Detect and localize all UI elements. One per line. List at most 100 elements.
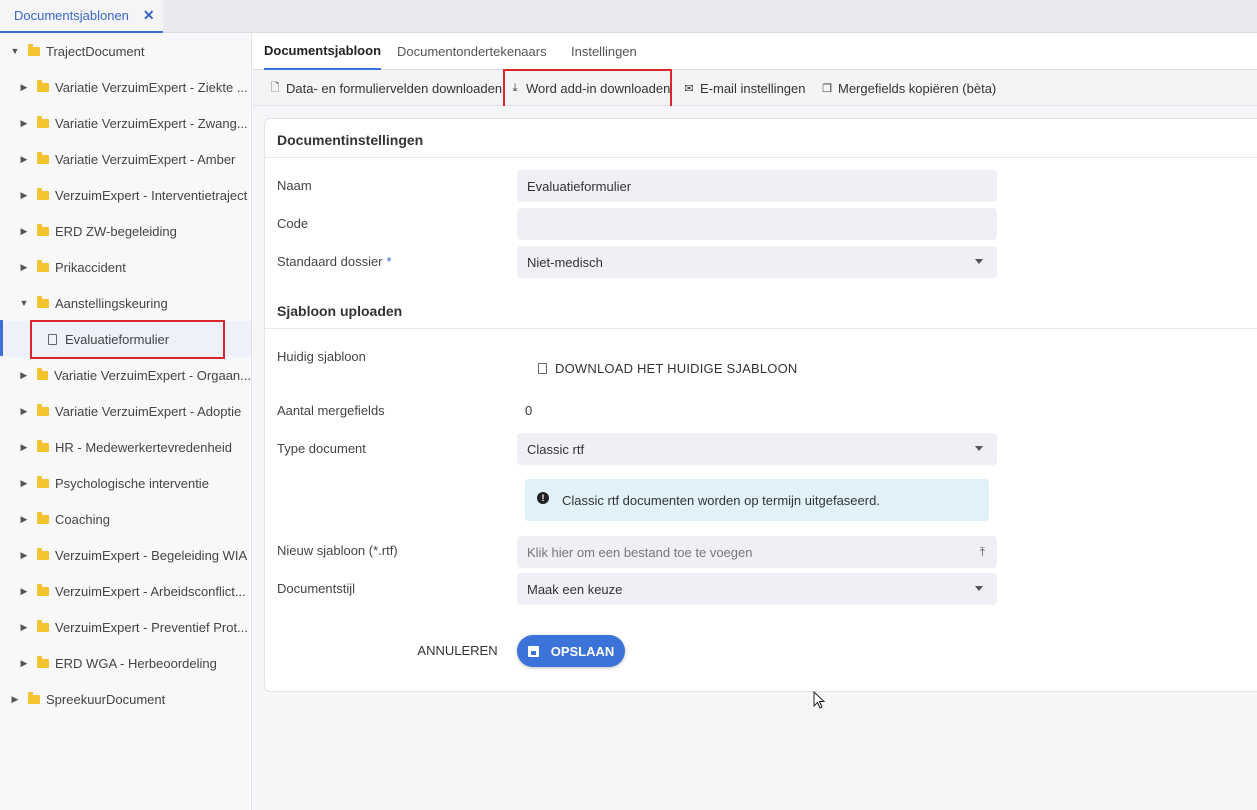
caret-right-icon[interactable]: ▶: [19, 658, 29, 669]
tree-item[interactable]: ▶ Prikaccident: [19, 249, 251, 285]
tab-documentondertekenaars[interactable]: Documentondertekenaars: [397, 33, 547, 70]
tab-instellingen[interactable]: Instellingen: [571, 33, 637, 70]
nieuw-sjabloon-label: Nieuw sjabloon (*.rtf): [277, 543, 398, 558]
caret-down-icon: [975, 446, 983, 451]
huidig-sjabloon-label: Huidig sjabloon: [277, 349, 366, 364]
tree-item[interactable]: ▶ Variatie VerzuimExpert - Amber: [19, 141, 251, 177]
tree-item-aanstellingskeuring[interactable]: ▼ Aanstellingskeuring: [19, 285, 251, 321]
tree-item[interactable]: ▶ Variatie VerzuimExpert - Zwang...: [19, 105, 251, 141]
tree-item[interactable]: ▶ VerzuimExpert - Arbeidsconflict...: [19, 573, 251, 609]
tab-documentsjabloon[interactable]: Documentsjabloon: [264, 33, 382, 70]
caret-right-icon[interactable]: ▶: [19, 370, 29, 381]
dossier-select[interactable]: Niet-medisch: [517, 246, 997, 278]
caret-right-icon[interactable]: ▶: [19, 118, 29, 129]
floppy-disk-icon: [527, 645, 539, 657]
tree-label: VerzuimExpert - Interventietraject: [55, 187, 248, 203]
caret-right-icon[interactable]: ▶: [19, 514, 29, 525]
file-icon: [538, 362, 547, 374]
button-label: OPSLAAN: [550, 643, 615, 659]
caret-right-icon[interactable]: ▶: [10, 694, 20, 705]
folder-icon: [37, 619, 49, 632]
tree-label: Variatie VerzuimExpert - Zwang...: [55, 115, 248, 131]
tree-label: HR - Medewerkertevredenheid: [55, 439, 233, 455]
caret-down-icon: [975, 586, 983, 591]
tree-item[interactable]: ▶ VerzuimExpert - Preventief Prot...: [19, 609, 251, 645]
tree-item[interactable]: ▶ ERD WGA - Herbeoordeling: [19, 645, 251, 681]
caret-right-icon[interactable]: ▶: [19, 190, 29, 201]
file-upload-field[interactable]: Klik hier om een bestand toe te voegen ⤒: [517, 536, 997, 568]
folder-icon: [37, 151, 49, 164]
save-button[interactable]: OPSLAAN: [517, 635, 625, 667]
data-download-button[interactable]: 🗋 Data- en formuliervelden downloaden: [269, 70, 503, 106]
tree-item[interactable]: ▶ Variatie VerzuimExpert - Ziekte ...: [19, 69, 251, 105]
dossier-label: Standaard dossier *: [277, 254, 392, 269]
folder-icon: [37, 547, 49, 560]
download-current-template-button[interactable]: DOWNLOAD HET HUIDIGE SJABLOON: [538, 358, 798, 378]
caret-right-icon[interactable]: ▶: [19, 226, 29, 237]
cancel-button[interactable]: ANNULEREN: [410, 636, 505, 664]
tree-label: SpreekuurDocument: [46, 691, 166, 707]
documentstijl-select[interactable]: Maak een keuze: [517, 573, 997, 605]
code-field[interactable]: [517, 208, 997, 240]
caret-right-icon[interactable]: ▶: [19, 262, 29, 273]
type-document-label: Type document: [277, 441, 366, 456]
tab-label: Documentsjablonen: [14, 8, 129, 23]
caret-right-icon[interactable]: ▶: [19, 82, 29, 93]
envelope-icon: ✉: [684, 82, 694, 95]
folder-icon: [37, 79, 49, 92]
folder-icon: [37, 295, 49, 308]
tree-item[interactable]: ▶ ERD ZW-begeleiding: [19, 213, 251, 249]
tree-root-trajectdocument[interactable]: ▼ TrajectDocument: [10, 33, 145, 69]
documentstijl-label: Documentstijl: [277, 581, 356, 596]
tree-label: VerzuimExpert - Preventief Prot...: [55, 619, 248, 635]
button-label: DOWNLOAD HET HUIDIGE SJABLOON: [555, 360, 798, 376]
tab-documentsjablonen[interactable]: Documentsjablonen ✕: [0, 0, 163, 33]
mouse-cursor-icon: [813, 691, 826, 709]
tree-label: Variatie VerzuimExpert - Ziekte ...: [55, 79, 248, 95]
tree-item[interactable]: ▶ VerzuimExpert - Interventietraject: [19, 177, 251, 213]
button-label: Mergefields kopiëren (bèta): [838, 80, 997, 96]
upload-placeholder: Klik hier om een bestand toe te voegen: [527, 544, 753, 560]
file-icon: 🗋: [270, 81, 280, 94]
caret-right-icon[interactable]: ▶: [19, 622, 29, 633]
tree-label: Aanstellingskeuring: [55, 295, 168, 311]
caret-down-icon[interactable]: ▼: [10, 46, 20, 56]
top-tab-bar: Documentsjablonen ✕: [0, 0, 1257, 33]
caret-down-icon[interactable]: ▼: [19, 298, 29, 308]
tree-item[interactable]: ▶ Psychologische interventie: [19, 465, 251, 501]
info-text: Classic rtf documenten worden op termijn…: [562, 492, 880, 508]
tree-item[interactable]: ▶ HR - Medewerkertevredenheid: [19, 429, 251, 465]
caret-right-icon[interactable]: ▶: [19, 586, 29, 597]
tree-label: ERD ZW-begeleiding: [55, 223, 177, 239]
caret-down-icon: [975, 259, 983, 264]
caret-right-icon[interactable]: ▶: [19, 406, 29, 417]
tree-item[interactable]: ▶ Coaching: [19, 501, 251, 537]
select-value: Niet-medisch: [527, 254, 603, 270]
caret-right-icon[interactable]: ▶: [19, 442, 29, 453]
close-icon[interactable]: ✕: [143, 7, 155, 24]
tree-item[interactable]: ▶ VerzuimExpert - Begeleiding WIA: [19, 537, 251, 573]
tree-item[interactable]: ▶ Variatie VerzuimExpert - Orgaan...: [19, 357, 251, 393]
tree-label: Prikaccident: [55, 259, 126, 275]
mergefields-label: Aantal mergefields: [277, 403, 385, 418]
divider: [265, 328, 1257, 329]
email-settings-button[interactable]: ✉ E-mail instellingen: [683, 70, 805, 106]
tree-label: Coaching: [55, 511, 110, 527]
tree-root-spreekuurdocument[interactable]: ▶ SpreekuurDocument: [10, 681, 251, 717]
tree-item[interactable]: ▶ Variatie VerzuimExpert - Adoptie: [19, 393, 251, 429]
section-title-sjabloon-uploaden: Sjabloon uploaden: [277, 303, 403, 319]
caret-right-icon[interactable]: ▶: [19, 478, 29, 489]
upload-icon[interactable]: ⤒: [980, 545, 985, 560]
folder-icon: [37, 475, 49, 488]
naam-label: Naam: [277, 178, 312, 193]
naam-field[interactable]: Evaluatieformulier: [517, 170, 997, 202]
folder-icon: [37, 187, 49, 200]
mergefields-copy-button[interactable]: ❐ Mergefields kopiëren (bèta): [821, 70, 996, 106]
caret-right-icon[interactable]: ▶: [19, 550, 29, 561]
info-message: ! Classic rtf documenten worden op termi…: [525, 479, 989, 521]
caret-right-icon[interactable]: ▶: [19, 154, 29, 165]
subtab-bar: Documentsjabloon Documentondertekenaars …: [253, 33, 1257, 70]
folder-icon: [28, 43, 40, 56]
type-document-select[interactable]: Classic rtf: [517, 433, 997, 465]
tree-label: VerzuimExpert - Arbeidsconflict...: [55, 583, 246, 599]
